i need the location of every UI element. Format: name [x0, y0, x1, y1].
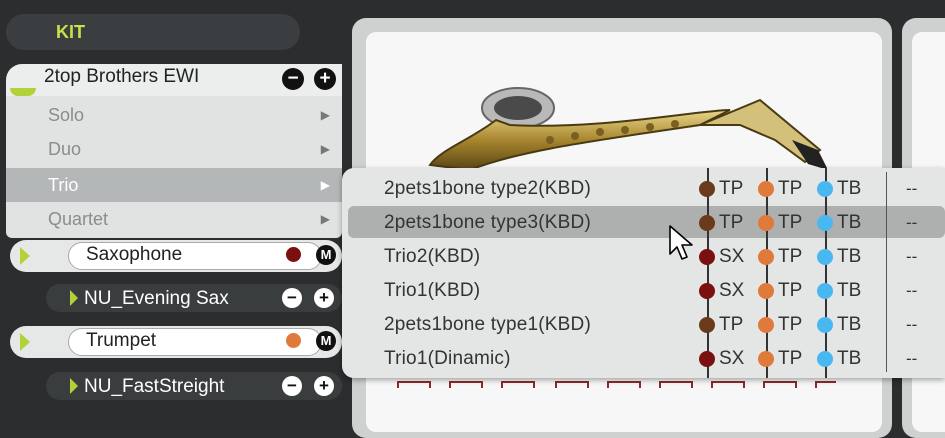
trumpet-color-dot-icon: [286, 333, 301, 348]
preset-add-button[interactable]: +: [314, 288, 334, 308]
dropdown-item-name[interactable]: Trio1(Dinamic): [384, 348, 511, 370]
instrument-dot-icon: [699, 283, 715, 299]
step-markers: [397, 381, 836, 388]
instrument-tag: TB: [837, 314, 862, 335]
instrument-tag: TB: [837, 212, 862, 233]
dropdown-item-extra: --: [906, 247, 918, 266]
expand-triangle-icon[interactable]: [20, 247, 30, 265]
instrument-dot-icon: [817, 249, 833, 265]
dropdown-item-name[interactable]: 2pets1bone type3(KBD): [384, 212, 591, 234]
dropdown-item-extra: --: [906, 213, 918, 232]
preset-name[interactable]: NU_Evening Sax: [84, 288, 229, 310]
dropdown-item-extra: --: [906, 349, 918, 368]
menu-item-label: Duo: [48, 139, 82, 159]
dropdown-item-name[interactable]: Trio1(KBD): [384, 280, 480, 302]
kit-add-button[interactable]: +: [314, 68, 336, 90]
chevron-right-icon: ▶: [320, 212, 330, 226]
instrument-tag: TP: [719, 314, 744, 335]
menu-item-trio[interactable]: Trio ▶: [6, 168, 342, 202]
kit-name[interactable]: 2top Brothers EWI: [44, 66, 199, 88]
instrument-tag: SX: [719, 280, 745, 301]
instrument-tag: TB: [837, 246, 862, 267]
menu-item-solo[interactable]: Solo ▶: [6, 98, 342, 132]
dropdown-item-name[interactable]: Trio2(KBD): [384, 246, 480, 268]
preset-remove-button[interactable]: −: [282, 288, 302, 308]
instrument-dot-icon: [758, 215, 774, 231]
instrument-dot-icon: [817, 351, 833, 367]
instrument-tag: TB: [837, 280, 862, 301]
chevron-right-icon: ▶: [320, 178, 330, 192]
instrument-dot-icon: [758, 249, 774, 265]
kit-header-label: KIT: [56, 22, 85, 42]
instrument-tag: SX: [719, 246, 745, 267]
chevron-right-icon: ▶: [320, 108, 330, 122]
instrument-name: Saxophone: [86, 244, 183, 265]
chevron-right-icon: ▶: [320, 142, 330, 156]
instrument-dot-icon: [699, 215, 715, 231]
instrument-tag: TB: [837, 348, 862, 369]
dropdown-item-extra: --: [906, 315, 918, 334]
play-triangle-icon[interactable]: [70, 378, 78, 394]
instrument-dot-icon: [817, 317, 833, 333]
instrument-dot-icon: [758, 283, 774, 299]
kit-header[interactable]: KIT: [6, 14, 300, 50]
instrument-tag: TP: [719, 178, 744, 199]
menu-item-quartet[interactable]: Quartet ▶: [6, 202, 342, 236]
instrument-name: Trumpet: [86, 330, 157, 351]
instrument-dot-icon: [817, 283, 833, 299]
instrument-dot-icon: [699, 351, 715, 367]
instrument-tag: TP: [778, 314, 803, 335]
expand-indicator-icon[interactable]: [10, 88, 36, 96]
instrument-tag: TP: [778, 212, 803, 233]
category-submenu: Solo ▶ Duo ▶ Trio ▶ Quartet ▶: [6, 96, 342, 238]
instrument-dot-icon: [817, 215, 833, 231]
dropdown-item-extra: --: [906, 179, 918, 198]
preset-add-button[interactable]: +: [314, 376, 334, 396]
menu-item-duo[interactable]: Duo ▶: [6, 132, 342, 166]
preset-remove-button[interactable]: −: [282, 376, 302, 396]
instrument-tag: TP: [719, 212, 744, 233]
dropdown-item-name[interactable]: 2pets1bone type2(KBD): [384, 178, 591, 200]
expand-triangle-icon[interactable]: [20, 333, 30, 351]
instrument-dot-icon: [758, 317, 774, 333]
instrument-tag: SX: [719, 348, 745, 369]
sax-color-dot-icon: [286, 247, 301, 262]
kit-remove-button[interactable]: −: [282, 68, 304, 90]
instrument-tag: TP: [778, 246, 803, 267]
instrument-tag: TP: [778, 280, 803, 301]
mute-button[interactable]: M: [316, 331, 336, 351]
column-divider: [766, 168, 768, 378]
column-divider: [825, 168, 827, 378]
instrument-tag: TB: [837, 178, 862, 199]
dropdown-item-extra: --: [906, 281, 918, 300]
menu-item-label: Solo: [48, 105, 85, 125]
instrument-dot-icon: [758, 181, 774, 197]
instrument-dot-icon: [699, 181, 715, 197]
saxophone-image: [428, 87, 828, 172]
menu-item-label: Trio: [48, 175, 79, 195]
column-divider: [886, 172, 887, 372]
instrument-dot-icon: [758, 351, 774, 367]
menu-item-label: Quartet: [48, 209, 109, 229]
instrument-dot-icon: [699, 249, 715, 265]
preset-name[interactable]: NU_FastStreight: [84, 376, 224, 398]
play-triangle-icon[interactable]: [70, 290, 78, 306]
instrument-dot-icon: [817, 181, 833, 197]
column-divider: [707, 168, 709, 378]
dropdown-item-name[interactable]: 2pets1bone type1(KBD): [384, 314, 591, 336]
instrument-dot-icon: [699, 317, 715, 333]
mouse-cursor-icon: [669, 225, 693, 260]
instrument-tag: TP: [778, 178, 803, 199]
instrument-tag: TP: [778, 348, 803, 369]
mute-button[interactable]: M: [316, 245, 336, 265]
